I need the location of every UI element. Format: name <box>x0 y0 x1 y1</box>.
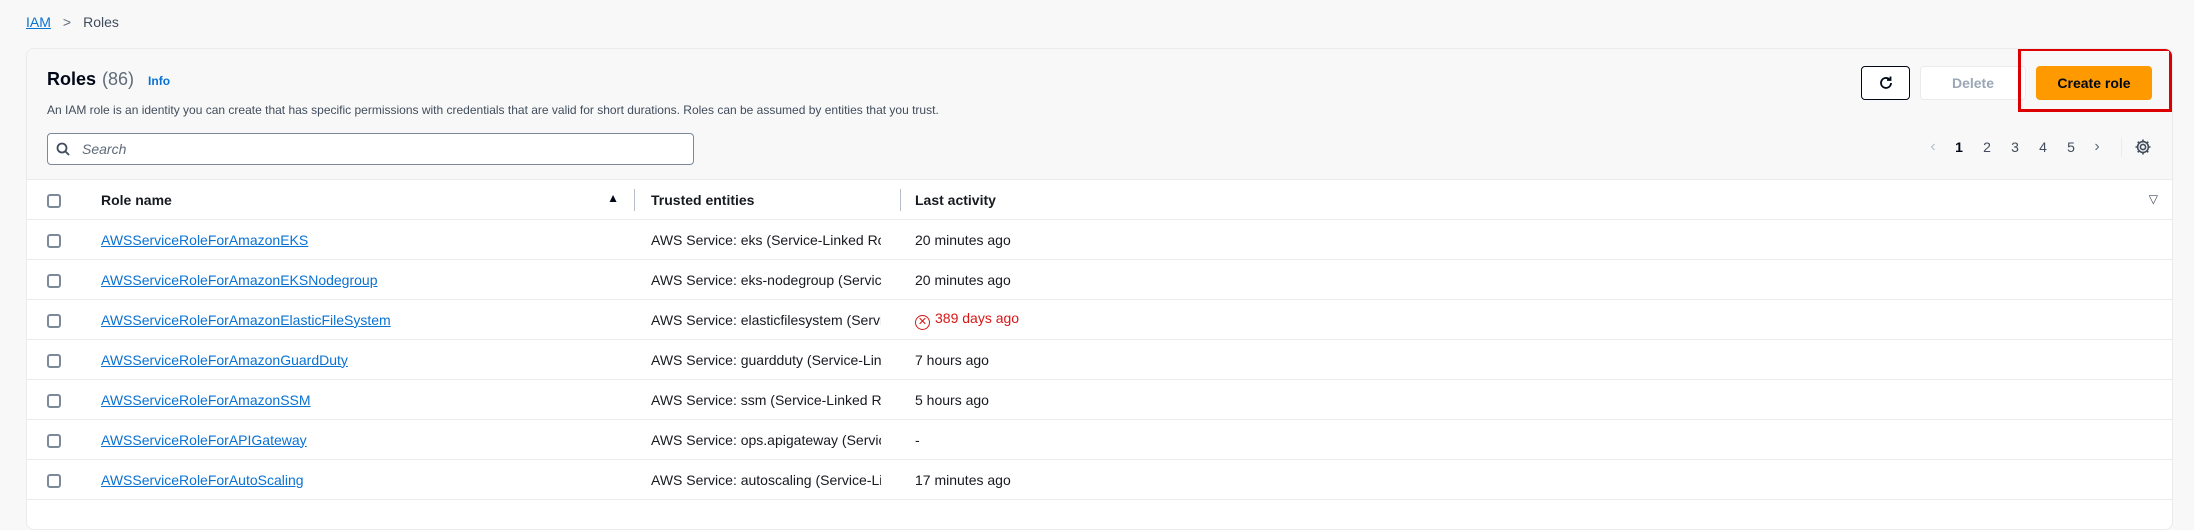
table-row[interactable]: AWSServiceRoleForAPIGateway AWS Service:… <box>27 419 2172 460</box>
trusted-entities-cell: AWS Service: eks (Service-Linked Role) <box>651 231 881 248</box>
role-name-link[interactable]: AWSServiceRoleForAmazonEKSNodegroup <box>101 272 378 288</box>
service-linked-role-link[interactable]: Service-Linked Role <box>811 351 881 368</box>
roles-title: Roles <box>47 69 97 89</box>
service-linked-role-link[interactable]: Service-Linked Role <box>771 231 881 248</box>
service-linked-role-link[interactable]: Service-Linked Role <box>851 311 881 328</box>
table-row[interactable]: AWSServiceRoleForAmazonEKSNodegroup AWS … <box>27 259 2172 300</box>
row-checkbox[interactable] <box>47 273 61 288</box>
last-activity: 17 minutes ago <box>915 472 1011 488</box>
roles-table: Role name ▲ Trusted entities Last activi… <box>27 179 2172 500</box>
table-header-row: Role name ▲ Trusted entities Last activi… <box>27 179 2172 220</box>
search-icon <box>56 142 70 156</box>
roles-count: (86) <box>102 69 135 89</box>
role-name-link[interactable]: AWSServiceRoleForAutoScaling <box>101 472 304 488</box>
error-circle-icon: ✕ <box>915 314 930 330</box>
trusted-service: AWS Service: eks <box>651 231 763 248</box>
pagination: ‹ 1 2 3 4 5 › <box>1921 137 2152 157</box>
breadcrumb-iam-link[interactable]: IAM <box>26 14 51 30</box>
breadcrumb-current: Roles <box>83 14 119 30</box>
last-activity: 20 minutes ago <box>915 232 1011 248</box>
row-checkbox[interactable] <box>47 233 61 248</box>
role-name-link[interactable]: AWSServiceRoleForAmazonElasticFileSystem <box>101 312 391 328</box>
table-row[interactable]: AWSServiceRoleForAutoScaling AWS Service… <box>27 459 2172 500</box>
last-activity: 7 hours ago <box>915 352 989 368</box>
header-actions: Delete Create role <box>1861 66 2152 100</box>
next-page-icon[interactable]: › <box>2085 138 2109 156</box>
col-header-trusted-entities[interactable]: Trusted entities <box>635 180 901 220</box>
sort-ascending-icon[interactable]: ▲ <box>607 191 619 205</box>
page-2[interactable]: 2 <box>1973 139 2001 155</box>
role-name-link[interactable]: AWSServiceRoleForAmazonEKS <box>101 232 308 248</box>
trusted-entities-cell: AWS Service: autoscaling (Service-Linked… <box>651 471 881 488</box>
trusted-entities-cell: AWS Service: ops.apigateway (Service-Lin… <box>651 431 881 448</box>
trusted-service: AWS Service: elasticfilesystem <box>651 311 843 328</box>
trusted-service: AWS Service: ops.apigateway <box>651 431 839 448</box>
service-linked-role-link[interactable]: Service-Linked Role <box>846 431 881 448</box>
panel-description: An IAM role is an identity you can creat… <box>47 103 939 117</box>
table-row[interactable]: AWSServiceRoleForAmazonSSM AWS Service: … <box>27 379 2172 420</box>
trusted-entities-cell: AWS Service: elasticfilesystem (Service-… <box>651 311 881 328</box>
role-name-link[interactable]: AWSServiceRoleForAmazonGuardDuty <box>101 352 348 368</box>
trusted-entities-cell: AWS Service: ssm (Service-Linked Role) <box>651 391 881 408</box>
select-all-checkbox[interactable] <box>47 193 61 208</box>
table-row[interactable]: AWSServiceRoleForAmazonElasticFileSystem… <box>27 299 2172 340</box>
role-name-link[interactable]: AWSServiceRoleForAmazonSSM <box>101 392 311 408</box>
refresh-button[interactable] <box>1861 66 1910 100</box>
service-linked-role-link[interactable]: Service-Linked Role <box>820 471 881 488</box>
table-row[interactable]: AWSServiceRoleForAmazonEKS AWS Service: … <box>27 219 2172 260</box>
last-activity: 20 minutes ago <box>915 272 1011 288</box>
table-row[interactable]: AWSServiceRoleForAmazonGuardDuty AWS Ser… <box>27 339 2172 380</box>
last-activity-text: - <box>915 431 920 448</box>
row-checkbox[interactable] <box>47 313 61 328</box>
row-checkbox[interactable] <box>47 433 61 448</box>
page-4[interactable]: 4 <box>2029 139 2057 155</box>
last-activity: - <box>915 432 920 448</box>
delete-button[interactable]: Delete <box>1920 66 2026 100</box>
col-header-role-name[interactable]: Role name ▲ <box>101 180 635 220</box>
search-input[interactable] <box>80 140 664 158</box>
service-linked-role-link[interactable]: Service-Linked Role <box>774 391 881 408</box>
col-header-last-activity[interactable]: Last activity ▽ <box>901 180 2172 220</box>
pager-divider <box>2121 137 2122 157</box>
service-linked-role-link[interactable]: Service-Linked Role <box>842 271 881 288</box>
trusted-service: AWS Service: autoscaling <box>651 471 812 488</box>
chevron-right-icon: > <box>62 14 72 30</box>
last-activity-text: 5 hours ago <box>915 391 989 408</box>
last-activity-text: 389 days ago <box>935 309 1020 326</box>
last-activity-text: 20 minutes ago <box>915 271 1011 288</box>
trusted-entities-cell: AWS Service: guardduty (Service-Linked R… <box>651 351 881 368</box>
row-checkbox[interactable] <box>47 393 61 408</box>
last-activity-text: 7 hours ago <box>915 351 989 368</box>
last-activity: 5 hours ago <box>915 392 989 408</box>
last-activity: ✕ 389 days ago <box>915 309 1020 330</box>
page-3[interactable]: 3 <box>2001 139 2029 155</box>
row-checkbox[interactable] <box>47 353 61 368</box>
page-1[interactable]: 1 <box>1945 139 1973 155</box>
info-link[interactable]: Info <box>148 74 170 88</box>
page-title: Roles (86) Info <box>47 69 170 90</box>
last-activity-text: 20 minutes ago <box>915 231 1011 248</box>
breadcrumb: IAM > Roles <box>26 10 119 34</box>
refresh-icon <box>1879 76 1892 89</box>
panel-header: Roles (86) Info An IAM role is an identi… <box>27 49 2172 179</box>
prev-page-icon[interactable]: ‹ <box>1921 138 1945 156</box>
settings-gear-icon[interactable] <box>2134 138 2152 156</box>
row-checkbox[interactable] <box>47 473 61 488</box>
roles-panel: Roles (86) Info An IAM role is an identi… <box>26 48 2173 530</box>
trusted-service: AWS Service: ssm <box>651 391 767 408</box>
trusted-service: AWS Service: guardduty <box>651 351 803 368</box>
trusted-service: AWS Service: eks-nodegroup <box>651 271 835 288</box>
page-5[interactable]: 5 <box>2057 139 2085 155</box>
search-box[interactable] <box>47 133 694 165</box>
last-activity-text: 17 minutes ago <box>915 471 1011 488</box>
trusted-entities-cell: AWS Service: eks-nodegroup (Service-Link… <box>651 271 881 288</box>
role-name-link[interactable]: AWSServiceRoleForAPIGateway <box>101 432 307 448</box>
caret-down-icon[interactable]: ▽ <box>2149 192 2158 206</box>
create-role-button[interactable]: Create role <box>2036 66 2152 100</box>
